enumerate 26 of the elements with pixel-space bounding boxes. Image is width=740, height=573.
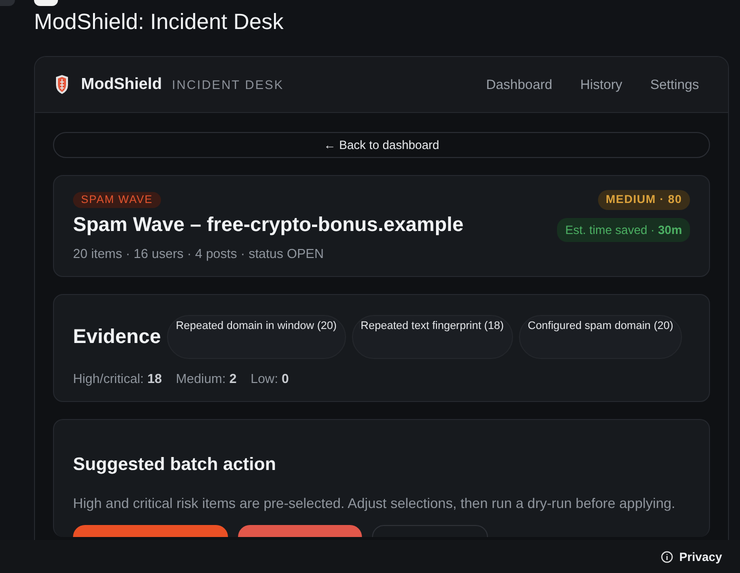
evidence-chip: Repeated text fingerprint (18) [352, 315, 513, 359]
incident-type-badge: SPAM WAVE [73, 192, 161, 208]
shield-logo-icon [55, 75, 69, 94]
risk-count: Low: 0 [250, 371, 289, 386]
incident-title: Spam Wave – free-crypto-bonus.example [73, 214, 464, 237]
evidence-chip: Repeated domain in window (20) [166, 315, 346, 359]
evidence-chip: Configured spam domain (20) [518, 315, 682, 359]
info-icon [661, 550, 674, 562]
evidence-heading: Evidence [73, 326, 161, 348]
incident-meta: 20 items · 16 users · 4 posts · status OPEN [73, 246, 325, 261]
batch-heading: Suggested batch action [73, 454, 278, 475]
page-title: ModShield: Incident Desk [34, 8, 284, 36]
nav-link[interactable]: History [580, 77, 622, 92]
action-button[interactable] [238, 525, 362, 537]
privacy-link[interactable]: Privacy [679, 550, 722, 564]
brand-name: ModShield [81, 76, 162, 94]
risk-count: Medium: 2 [176, 371, 237, 386]
back-button[interactable]: ← Back to dashboard [53, 132, 710, 158]
nav-link[interactable]: Dashboard [486, 77, 552, 92]
batch-description: High and critical risk items are pre-selected. Adjust selections, then run a dry-run before applying. [73, 495, 676, 511]
brand-subtitle: INCIDENT DESK [172, 78, 284, 92]
action-button[interactable] [73, 525, 228, 537]
severity-badge: MEDIUM · 80 [598, 190, 690, 210]
time-saved-badge: Est. time saved · 30m [557, 218, 690, 242]
nav-link[interactable]: Settings [650, 77, 699, 92]
risk-count: High/critical: 18 [73, 371, 162, 386]
